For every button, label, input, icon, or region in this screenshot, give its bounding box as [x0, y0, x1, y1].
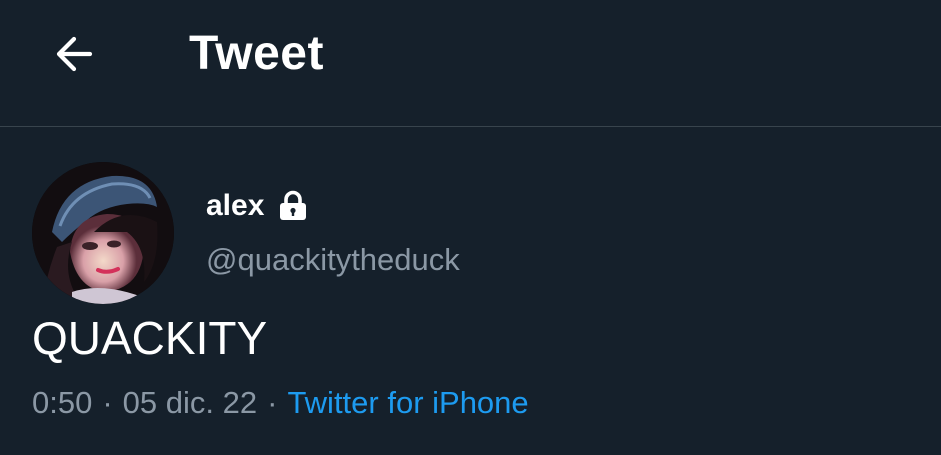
lock-icon [278, 190, 308, 222]
arrow-left-icon [56, 36, 93, 72]
top-bar: Tweet [0, 0, 941, 127]
author-name-row: alex [206, 184, 308, 228]
page-title: Tweet [189, 27, 324, 80]
avatar[interactable] [32, 162, 174, 304]
separator-dot: · [102, 385, 113, 420]
tweet-date[interactable]: 05 dic. 22 [123, 385, 257, 420]
back-button[interactable] [44, 26, 104, 82]
tweet-time[interactable]: 0:50 [32, 385, 92, 420]
separator-dot: · [267, 385, 278, 420]
tweet-text: QUACKITY [32, 312, 268, 364]
author-handle[interactable]: @quackitytheduck [206, 238, 460, 282]
tweet-metadata: 0:50 · 05 dic. 22 · Twitter for iPhone [32, 381, 529, 425]
tweet-source-link[interactable]: Twitter for iPhone [287, 385, 528, 420]
author-display-name[interactable]: alex [206, 189, 264, 223]
profile-photo [32, 162, 174, 304]
